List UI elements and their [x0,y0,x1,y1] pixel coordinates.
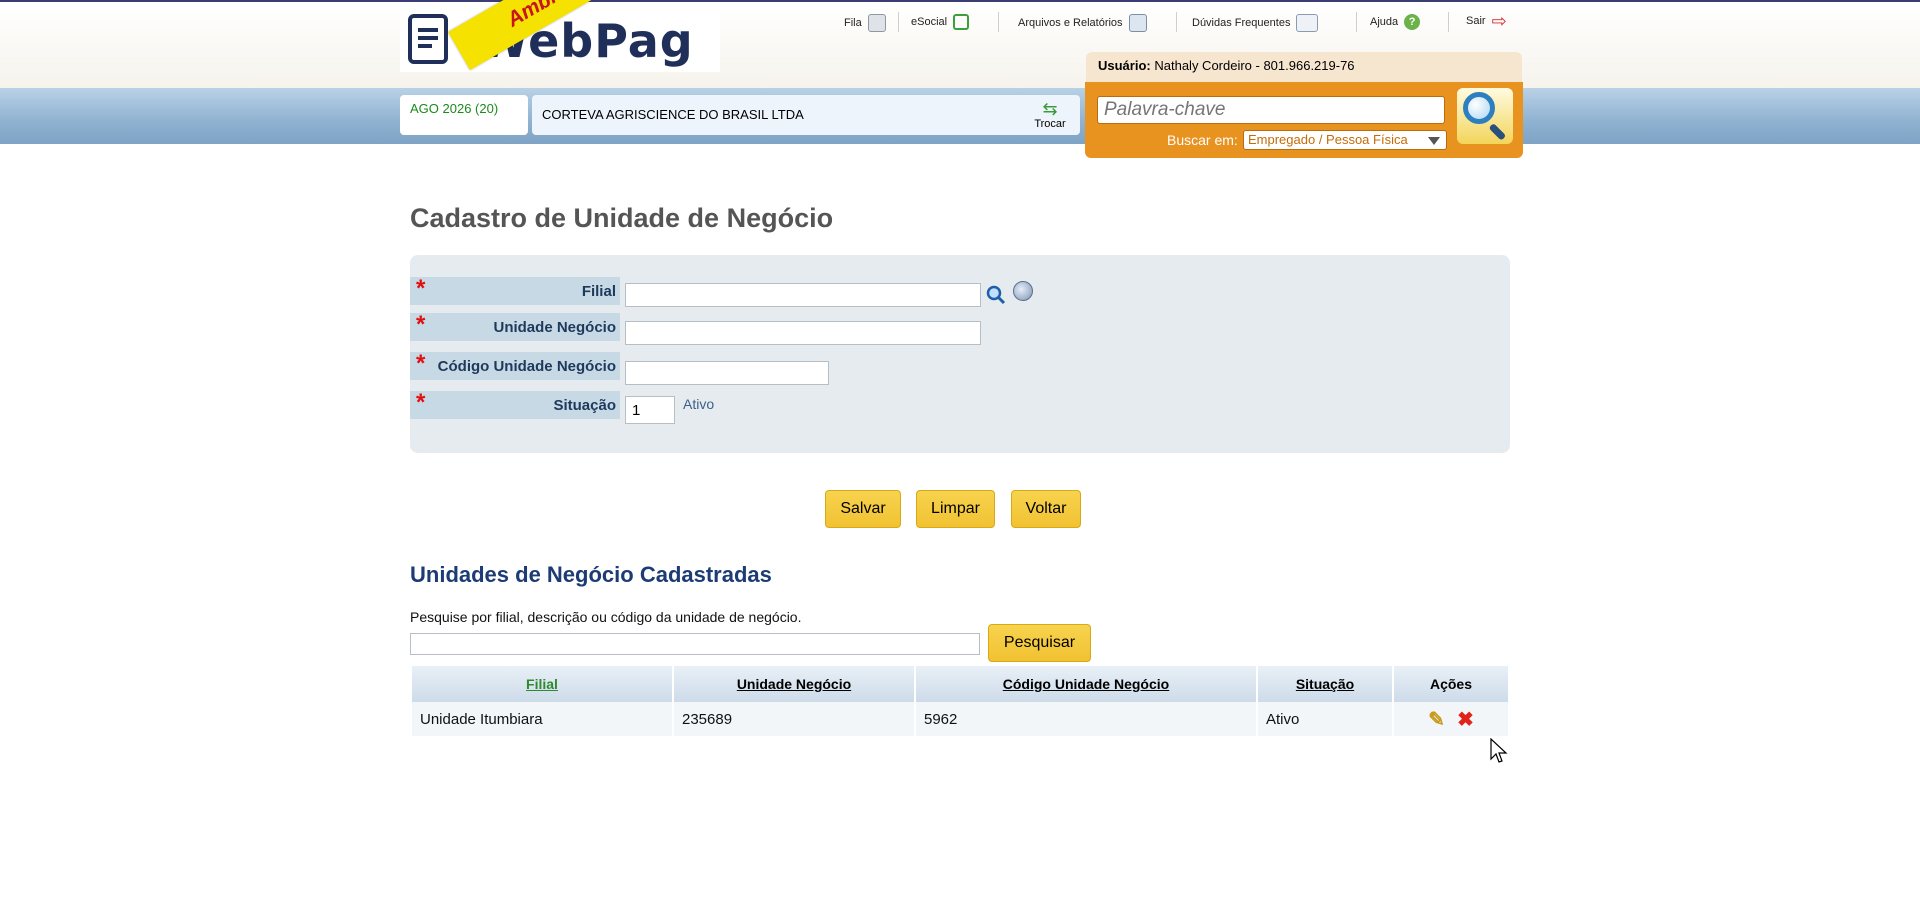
logo[interactable]: WebPag [400,10,720,72]
required-mark: * [416,311,426,338]
table-header-row: Filial Unidade Negócio Código Unidade Ne… [412,666,1508,702]
search-panel: Buscar em: Empregado / Pessoa Física [1085,82,1523,158]
delete-x-icon[interactable]: ✖ [1457,707,1474,732]
keyword-search-input[interactable] [1097,96,1445,124]
help-icon: ? [1404,14,1421,30]
search-scope-select[interactable]: Empregado / Pessoa Física [1243,130,1447,150]
table-row: Unidade Itumbiara 235689 5962 Ativo ✎ ✖ [412,702,1508,736]
swap-arrows-icon: ⇆ [1042,99,1058,119]
cell-codigo: 5962 [916,702,1256,736]
unidade-label-cell: * Unidade Negócio [410,311,620,341]
nav-arquivos-label: Arquivos e Relatórios [1018,17,1123,29]
exit-icon: ⇨ [1491,11,1507,31]
nav-sair-label: Sair [1466,15,1486,27]
cell-situacao: Ativo [1258,702,1392,736]
page-title: Cadastro de Unidade de Negócio [410,203,834,233]
nav-esocial-label: eSocial [911,16,948,28]
nav-duvidas[interactable]: Dúvidas Frequentes [1192,14,1319,32]
search-icon[interactable] [986,285,1006,305]
list-title: Unidades de Negócio Cadastradas [410,562,772,587]
search-button[interactable] [1457,88,1513,144]
required-mark: * [416,350,426,377]
pesquisar-button[interactable]: Pesquisar [988,624,1091,662]
company-name: CORTEVA AGRISCIENCE DO BRASIL LTDA [532,95,1080,135]
edit-pencil-icon[interactable]: ✎ [1428,707,1445,732]
unidade-negocio-input[interactable] [625,321,981,345]
situacao-label: Situação [553,397,616,414]
magnifier-icon [1463,92,1495,124]
filial-input[interactable] [625,283,981,307]
back-button[interactable]: Voltar [1011,490,1081,528]
nav-fila[interactable]: Fila [844,14,886,32]
user-label: Usuário: [1098,58,1151,73]
units-table: Filial Unidade Negócio Código Unidade Ne… [410,666,1510,736]
nav-duvidas-label: Dúvidas Frequentes [1192,17,1291,29]
nav-ajuda-label: Ajuda [1370,16,1399,28]
col-acoes: Ações [1394,666,1508,702]
col-codigo[interactable]: Código Unidade Negócio [916,666,1256,702]
document-icon [408,14,448,64]
nav-fila-label: Fila [844,17,862,29]
nav-esocial[interactable]: eSocial [911,14,970,30]
cell-unidade: 235689 [674,702,914,736]
clear-button[interactable]: Limpar [916,490,995,528]
form-panel: * Filial * Unidade Negócio * Código Unid… [410,255,1510,453]
situacao-label-cell: * Situação [410,389,620,419]
user-info: Usuário: Nathaly Cordeiro - 801.966.219-… [1086,52,1522,82]
filial-label-cell: * Filial [410,275,620,305]
codigo-unidade-input[interactable] [625,361,829,385]
nav-sair[interactable]: Sair ⇨ [1466,11,1507,31]
list-search-hint: Pesquise por filial, descrição ou código… [410,609,802,625]
unidade-label: Unidade Negócio [493,319,616,336]
col-unidade[interactable]: Unidade Negócio [674,666,914,702]
required-mark: * [416,275,426,302]
trocar-label: Trocar [1034,118,1066,130]
reports-icon [1128,14,1147,32]
period-selector[interactable]: AGO 2026 (20) [400,95,528,135]
codigo-label-cell: * Código Unidade Negócio [410,350,620,380]
lookup-arrow-icon[interactable] [1013,281,1033,301]
list-search-input[interactable] [410,633,980,655]
codigo-label: Código Unidade Negócio [437,358,616,375]
faq-icon [1296,14,1319,32]
cell-acoes: ✎ ✖ [1394,702,1508,736]
cell-filial: Unidade Itumbiara [412,702,672,736]
required-mark: * [416,389,426,416]
trocar-button[interactable]: ⇆ Trocar [1030,100,1070,134]
search-scope-value: Empregado / Pessoa Física [1248,132,1408,147]
chevron-down-icon [1428,137,1440,145]
col-situacao[interactable]: Situação [1258,666,1392,702]
save-button[interactable]: Salvar [825,490,901,528]
user-value: Nathaly Cordeiro - 801.966.219-76 [1154,58,1355,73]
calculator-icon [867,14,886,32]
esocial-icon [953,14,970,30]
col-filial[interactable]: Filial [412,666,672,702]
situacao-input[interactable] [625,396,675,424]
filial-label: Filial [581,283,616,300]
nav-arquivos[interactable]: Arquivos e Relatórios [1018,14,1147,32]
mouse-cursor-icon [1490,738,1508,763]
situacao-text: Ativo [683,396,715,412]
nav-ajuda[interactable]: Ajuda ? [1370,14,1421,30]
search-scope-label: Buscar em: [1167,132,1238,148]
